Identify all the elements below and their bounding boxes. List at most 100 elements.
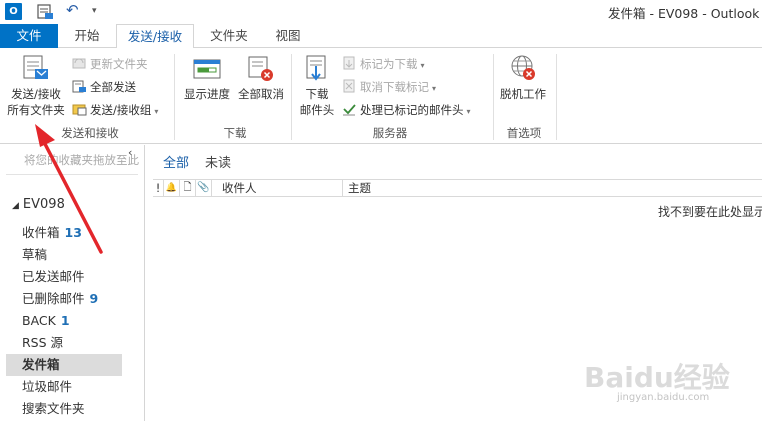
window-title: 发件箱 - EV098 - Outlook [608,6,760,21]
tab-view[interactable]: 视图 [266,24,310,48]
mark-to-download-icon [343,56,355,70]
unread-count: 1 [60,313,70,328]
folder-name: BACK [22,313,56,328]
attachment-icon[interactable]: 📎 [196,180,212,196]
show-progress-icon [193,59,221,79]
send-receive-all-label-1: 发送/接收 [11,87,61,101]
download-headers-label-1: 下载 [305,87,329,101]
folder-pane: 将您的收藏夹拖放至此 ‹ ◢ EV098 收件箱 13 草稿 已发送邮件 已删除邮件… [0,145,145,421]
process-marked-headers-dropdown-icon: ▾ [466,107,471,116]
process-marked-headers-button[interactable]: 处理已标记的邮件头 ▾ [342,101,471,119]
column-header-row: ! 🔔 🗋 📎 收件人 主题 [153,179,762,197]
ribbon-divider [174,54,175,140]
unmark-to-download-icon [343,79,355,93]
group-label-server: 服务器 [372,126,408,140]
work-offline-label: 脱机工作 [500,87,546,101]
ribbon-divider [556,54,557,140]
cancel-all-button[interactable]: 全部取消 [235,52,287,102]
favorites-drop-hint: 将您的收藏夹拖放至此 [24,153,139,167]
group-label-download: 下载 [223,126,247,140]
folder-name: 已删除邮件 [22,291,85,306]
process-marked-headers-label: 处理已标记的邮件头 [360,103,464,117]
download-headers-icon [306,55,326,81]
tab-folder[interactable]: 文件夹 [198,24,260,48]
folder-name: 已发送邮件 [22,269,85,284]
unread-count: 9 [89,291,99,306]
folder-rss[interactable]: RSS 源 [6,332,122,354]
update-folder-icon [72,58,86,69]
work-offline-button[interactable]: 脱机工作 [497,52,549,102]
baidu-watermark: Baidu经验 [584,361,730,394]
send-all-button[interactable]: 全部发送 [72,78,136,96]
folder-back[interactable]: BACK 1 [6,310,122,332]
baidu-watermark-url: jingyan.baidu.com [617,392,710,403]
filter-unread[interactable]: 未读 [205,152,231,171]
send-receive-groups-icon [72,104,87,116]
folder-sent[interactable]: 已发送邮件 [6,266,122,288]
account-node[interactable]: ◢ EV098 [12,197,65,212]
unmark-to-download-dropdown-icon: ▾ [432,84,437,93]
to-column-header[interactable]: 收件人 [219,180,343,196]
ribbon: 发送/接收 所有文件夹 更新文件夹 全部发送 发送/接收组 ▾ 发送和接收 显示进… [0,48,762,144]
filter-all[interactable]: 全部 [163,152,189,171]
folder-outbox[interactable]: 发件箱 [6,354,122,376]
send-receive-all-label-2: 所有文件夹 [7,103,65,117]
mark-to-download-button[interactable]: 标记为下载 ▾ [342,55,425,73]
update-folder-button[interactable]: 更新文件夹 [72,55,148,73]
ribbon-tabs: 文件 开始 发送/接收 文件夹 视图 [0,24,762,49]
tab-send-receive[interactable]: 发送/接收 [116,24,194,49]
tab-file[interactable]: 文件 [0,24,58,48]
cancel-all-label: 全部取消 [238,87,284,101]
subject-column-header[interactable]: 主题 [345,180,465,196]
item-icon-column-header[interactable]: 🗋 [180,180,196,196]
folder-name: 搜索文件夹 [22,401,85,416]
folder-name: 草稿 [22,247,48,262]
collapse-pane-icon[interactable]: ‹ [128,146,132,159]
work-offline-icon [511,55,535,80]
show-progress-button[interactable]: 显示进度 [180,52,234,102]
account-name: EV098 [22,197,65,212]
qat-customize-icon[interactable]: ▾ [92,3,102,20]
download-headers-button[interactable]: 下载 邮件头 [296,52,338,118]
unmark-to-download-label: 取消下载标记 [360,80,429,94]
group-label-preferences: 首选项 [506,126,542,140]
mark-to-download-label: 标记为下载 [360,57,418,71]
send-receive-quick-icon[interactable] [36,3,54,20]
undo-icon[interactable]: ↶ [66,3,82,20]
group-label-send-receive: 发送和接收 [61,126,119,140]
folder-junk[interactable]: 垃圾邮件 [6,376,122,398]
folder-drafts[interactable]: 草稿 [6,244,122,266]
unmark-to-download-button[interactable]: 取消下载标记 ▾ [342,78,436,96]
send-all-icon [72,80,86,93]
send-receive-groups-label: 发送/接收组 [90,103,152,117]
process-marked-headers-icon [343,104,356,116]
folder-name: 垃圾邮件 [22,379,73,394]
send-all-label: 全部发送 [90,80,136,94]
show-progress-label: 显示进度 [184,87,230,101]
ribbon-divider [291,54,292,140]
folder-name: RSS 源 [22,335,64,350]
expand-triangle-icon[interactable]: ◢ [12,201,19,211]
ribbon-divider [493,54,494,140]
folder-name: 收件箱 [22,225,60,240]
cancel-all-icon [248,56,273,81]
reminder-bell-icon[interactable]: 🔔 [164,180,180,196]
outlook-window: O ↶ ▾ 发件箱 - EV098 - Outlook 文件 开始 发送/接收 … [0,0,762,421]
update-folder-label: 更新文件夹 [90,57,148,71]
folder-name: 发件箱 [22,357,60,372]
mark-to-download-dropdown-icon: ▾ [420,61,425,70]
unread-count: 13 [64,225,82,240]
importance-column-header[interactable]: ! [153,180,164,196]
tab-home[interactable]: 开始 [61,24,113,48]
folder-search[interactable]: 搜索文件夹 [6,398,122,420]
send-receive-groups-button[interactable]: 发送/接收组 ▾ [72,101,158,119]
send-receive-all-icon [23,55,48,79]
outlook-app-icon[interactable]: O [5,3,22,20]
empty-list-message: 找不到要在此处显示的项目。 [658,205,762,219]
title-bar: O ↶ ▾ 发件箱 - EV098 - Outlook [0,0,762,24]
send-receive-groups-dropdown-icon: ▾ [154,107,159,116]
folder-inbox[interactable]: 收件箱 13 [6,222,122,244]
download-headers-label-2: 邮件头 [299,103,335,117]
folder-deleted[interactable]: 已删除邮件 9 [6,288,122,310]
send-receive-all-folders-button[interactable]: 发送/接收 所有文件夹 [4,52,68,118]
